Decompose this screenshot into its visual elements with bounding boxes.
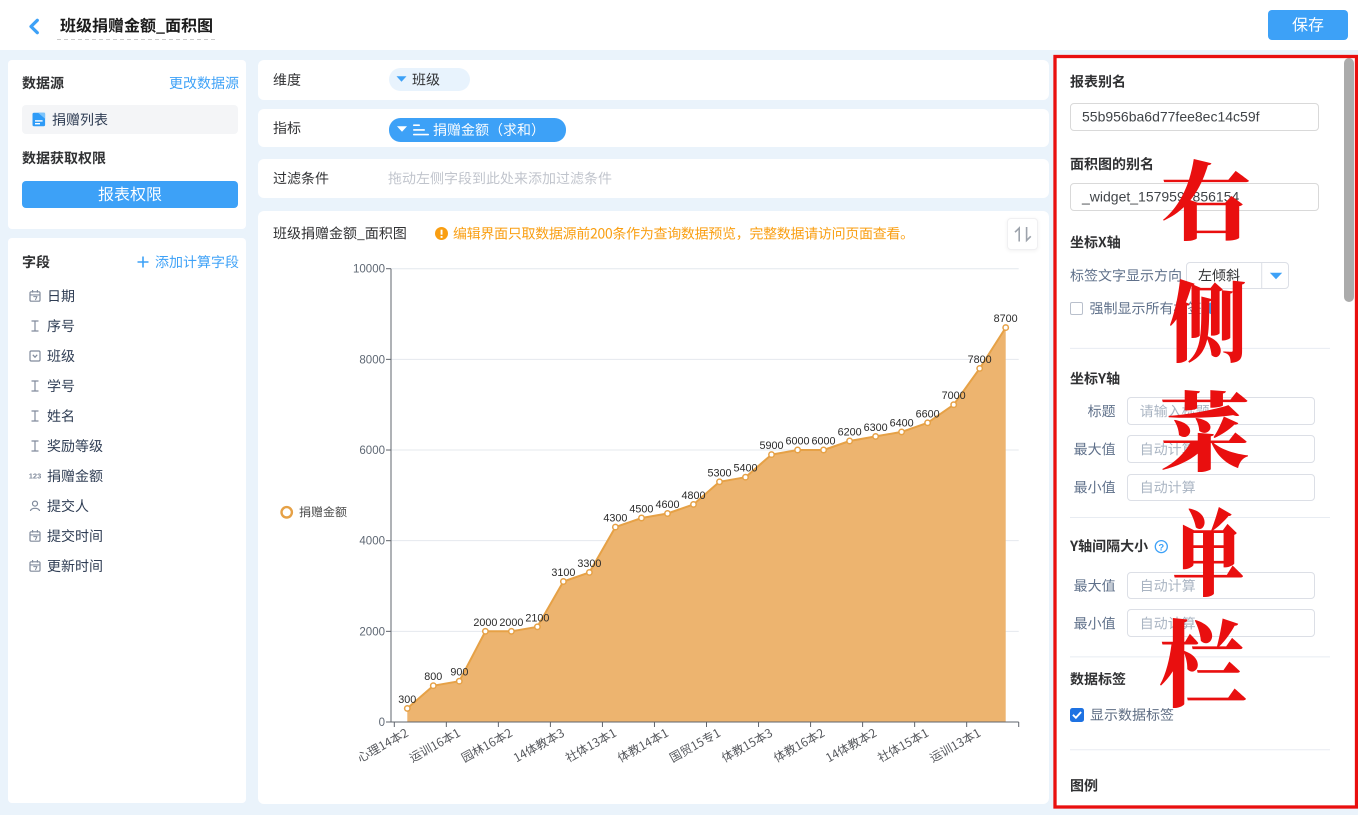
svg-text:4800: 4800 xyxy=(681,490,705,502)
svg-text:3100: 3100 xyxy=(551,567,575,579)
svg-text:4300: 4300 xyxy=(603,513,627,525)
svg-text:10000: 10000 xyxy=(353,264,385,276)
svg-text:8000: 8000 xyxy=(359,354,385,366)
svg-text:2100: 2100 xyxy=(525,612,549,624)
svg-text:?: ? xyxy=(1158,542,1164,553)
svg-text:3300: 3300 xyxy=(577,558,601,570)
svg-text:6000: 6000 xyxy=(786,436,810,448)
svg-text:2000: 2000 xyxy=(473,617,497,629)
svg-text:6000: 6000 xyxy=(359,445,385,457)
svg-text:7800: 7800 xyxy=(968,354,992,366)
svg-text:123: 123 xyxy=(29,472,42,481)
svg-text:5900: 5900 xyxy=(760,440,784,452)
svg-text:6600: 6600 xyxy=(916,408,940,420)
svg-text:6300: 6300 xyxy=(864,422,888,434)
svg-text:7000: 7000 xyxy=(942,390,966,402)
svg-text:800: 800 xyxy=(424,671,442,683)
svg-text:300: 300 xyxy=(398,694,416,706)
svg-text:8700: 8700 xyxy=(994,313,1018,325)
svg-text:6200: 6200 xyxy=(838,426,862,438)
svg-text:6400: 6400 xyxy=(890,417,914,429)
svg-text:_widget_1579597856154: _widget_1579597856154 xyxy=(1081,189,1239,205)
svg-text:4600: 4600 xyxy=(655,499,679,511)
svg-text:6000: 6000 xyxy=(812,436,836,448)
svg-text:5400: 5400 xyxy=(734,463,758,475)
svg-text:900: 900 xyxy=(450,667,468,679)
svg-text:0: 0 xyxy=(379,717,385,729)
svg-text:5300: 5300 xyxy=(707,467,731,479)
svg-text:2000: 2000 xyxy=(359,626,385,638)
svg-text:55b956ba6d77fee8ec14c59f: 55b956ba6d77fee8ec14c59f xyxy=(1082,109,1260,125)
svg-text:4500: 4500 xyxy=(629,504,653,516)
svg-text:4000: 4000 xyxy=(359,536,385,548)
svg-text:2000: 2000 xyxy=(499,617,523,629)
